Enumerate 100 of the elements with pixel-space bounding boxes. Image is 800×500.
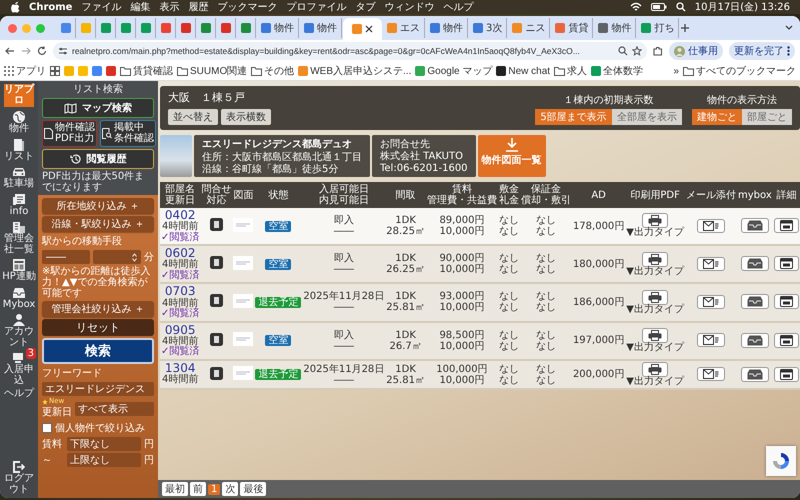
mail-button[interactable]	[697, 256, 725, 271]
toggle-option[interactable]: 部屋ごと	[742, 109, 792, 125]
rent-max-select[interactable]: 上限なし	[67, 453, 141, 467]
detail-button[interactable]	[774, 332, 799, 348]
nav-item[interactable]: ログアウト	[1, 460, 37, 495]
print-button[interactable]	[642, 213, 668, 228]
nav-item[interactable]: 管理会社一覧	[1, 220, 37, 255]
bookmark[interactable]: WEB入居申込システ...	[298, 64, 412, 78]
bookmark[interactable]: SUUMO関連	[177, 64, 248, 78]
browser-tab[interactable]: 物件	[426, 18, 468, 38]
header-button[interactable]: 並べ替え	[168, 109, 218, 125]
inquiry-icon[interactable]	[210, 366, 223, 380]
browser-tab[interactable]: 賃貸	[551, 18, 594, 38]
updated-select[interactable]: すべて表示	[75, 402, 154, 416]
print-button[interactable]	[642, 290, 668, 305]
transport-select[interactable]: ――	[42, 250, 90, 264]
floor-plan-thumbnail[interactable]	[233, 366, 254, 380]
back-icon[interactable]	[5, 46, 15, 56]
mybox-button[interactable]	[740, 366, 769, 382]
nav-item[interactable]: info	[1, 192, 37, 217]
menu-item[interactable]: ファイル	[81, 0, 122, 14]
apple-icon[interactable]	[10, 1, 20, 13]
map-search-button[interactable]: マップ検索	[42, 98, 154, 118]
bookmark[interactable]: アプリ	[4, 64, 46, 78]
output-type-link[interactable]: ▼出力タイプ	[626, 342, 684, 354]
bookmark[interactable]: Google マップ	[415, 64, 492, 78]
recaptcha-badge[interactable]	[766, 446, 796, 476]
mybox-button[interactable]	[740, 294, 769, 310]
chevron-down-icon[interactable]	[784, 24, 794, 32]
room-link[interactable]: 0703	[164, 285, 196, 299]
print-button[interactable]	[642, 328, 668, 343]
all-bookmarks-button[interactable]: すべてのブックマーク	[683, 64, 796, 78]
detail-button[interactable]	[774, 294, 799, 310]
company-filter-button[interactable]: 管理会社絞り込み ＋	[42, 301, 154, 317]
pdf-output-button[interactable]: 物件確認 PDF出力	[42, 120, 97, 147]
history-button[interactable]: 閲覧履歴	[42, 149, 154, 169]
close-tab-icon[interactable]	[365, 25, 373, 33]
nav-item[interactable]: 3 入居申込	[1, 351, 37, 386]
address-bar[interactable]: realnetpro.com/main.php?method=estate&display=building&key=rent&odr=asc&page=0&gr=0cAFcWeA4n1In5aoqQ8fyb4V_AeX3cO...	[53, 42, 647, 60]
search-icon[interactable]	[676, 2, 686, 12]
inquiry-icon[interactable]	[210, 218, 223, 232]
line-filter-button[interactable]: 沿線・駅絞り込み ＋	[42, 216, 154, 232]
bookmark[interactable]: 全体数学	[591, 64, 644, 78]
nav-item[interactable]: HP連動	[1, 258, 37, 282]
output-type-link[interactable]: ▼出力タイプ	[626, 228, 684, 239]
menu-item[interactable]: 履歴	[188, 0, 208, 14]
nav-item[interactable]: ヘルプ	[1, 389, 37, 400]
detail-button[interactable]	[774, 218, 799, 234]
floor-plan-thumbnail[interactable]	[233, 294, 254, 308]
browser-tab[interactable]: ニス	[508, 18, 550, 38]
output-type-link[interactable]: ▼出力タイプ	[626, 304, 684, 316]
mybox-button[interactable]	[740, 332, 769, 348]
more-bookmarks-button[interactable]: »	[673, 66, 679, 76]
menu-item[interactable]: 表示	[159, 0, 180, 14]
browser-tab[interactable]: 物件	[300, 18, 342, 38]
profile-button[interactable]: 仕事用	[669, 42, 723, 60]
toggle-option[interactable]: 全部屋を表示	[612, 109, 682, 125]
room-link[interactable]: 0905	[164, 324, 196, 337]
new-tab-icon[interactable]	[680, 23, 690, 33]
star-icon[interactable]	[632, 46, 642, 56]
app-menu[interactable]: Chrome	[29, 2, 72, 12]
tune-icon[interactable]	[58, 46, 68, 56]
print-button[interactable]	[642, 252, 668, 267]
conditions-button[interactable]: 掲載中 条件確認	[100, 120, 156, 147]
bookmark-icon[interactable]	[106, 66, 116, 76]
menu-item[interactable]: プロファイル	[286, 0, 346, 14]
table-row[interactable]: 0905 4時間前 ✓閲覧済 空室 即入 ―― 1DK 26.7㎡ 98,500円 10,000円 なし なし なし なし 197,000円 ▼出力タイプ	[160, 322, 800, 360]
mybox-button[interactable]	[740, 256, 769, 272]
nav-item[interactable]: Mybox	[1, 286, 37, 310]
browser-tab[interactable]: 3次	[469, 18, 508, 38]
detail-button[interactable]	[774, 366, 799, 382]
floor-plan-thumbnail[interactable]	[233, 332, 254, 346]
page-button[interactable]: 前	[190, 482, 206, 496]
bookmark[interactable]: 求人	[554, 64, 588, 78]
mail-button[interactable]	[697, 367, 725, 381]
freeword-field[interactable]: エスリードレジデンス	[42, 382, 154, 396]
mail-button[interactable]	[697, 333, 725, 348]
page-button[interactable]: 最初	[162, 482, 188, 496]
wifi-icon[interactable]	[630, 2, 642, 12]
update-button[interactable]: 更新を完了	[729, 42, 795, 60]
rent-min-select[interactable]: 下限なし	[67, 437, 141, 451]
battery-icon[interactable]	[650, 3, 667, 11]
personal-checkbox[interactable]: 個人物件で絞り込み	[42, 421, 154, 435]
menu-item[interactable]: ウィンドウ	[384, 0, 434, 14]
nav-item[interactable]: アカウント	[1, 313, 37, 348]
bookmark[interactable]: New chat	[496, 66, 550, 76]
extension-icon[interactable]	[653, 46, 663, 56]
floor-plan-thumbnail[interactable]	[233, 218, 254, 232]
menu-item[interactable]: 編集	[130, 0, 150, 14]
mail-button[interactable]	[697, 218, 725, 233]
table-row[interactable]: 0402 4時間前 ✓閲覧済 空室 即入 ―― 1DK 28.25㎡ 89,000円 10,000円 なし なし なし なし 178,000円 ▼出力タイプ	[160, 208, 800, 246]
page-button[interactable]: 次	[222, 482, 238, 496]
nav-item[interactable]: 物件	[1, 110, 37, 134]
menu-item[interactable]: ブックマーク	[217, 0, 278, 14]
floor-plan-thumbnail[interactable]	[233, 256, 254, 270]
inquiry-icon[interactable]	[210, 294, 223, 308]
clock-text[interactable]: 10月17日(金) 13:26	[694, 0, 790, 14]
mail-button[interactable]	[697, 294, 725, 309]
nav-item[interactable]: リスト	[1, 138, 37, 162]
area-filter-button[interactable]: 所在地絞り込み ＋	[42, 198, 154, 214]
